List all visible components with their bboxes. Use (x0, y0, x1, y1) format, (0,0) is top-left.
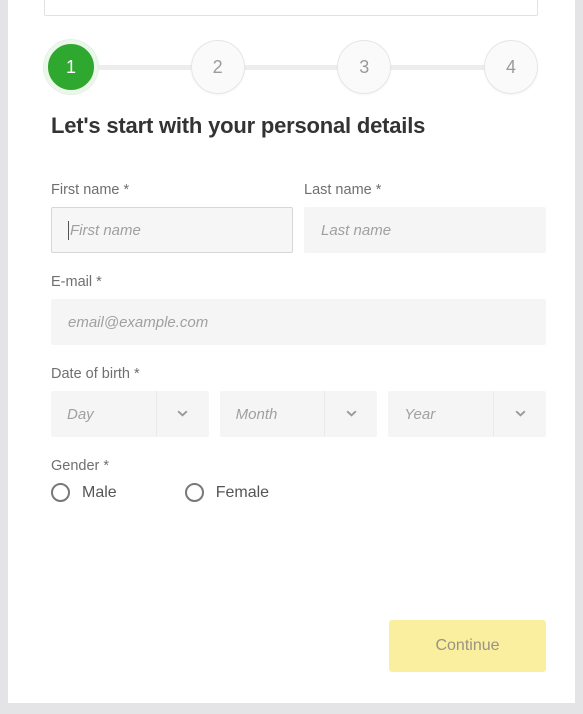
gender-option-female-label: Female (215, 483, 270, 501)
step-4[interactable]: 4 (483, 40, 538, 94)
first-name-label: First name * (51, 182, 130, 198)
step-1[interactable]: 1 (44, 40, 98, 94)
gender-group: Gender * Male Female (51, 458, 546, 502)
day-select[interactable]: Day (51, 391, 209, 437)
email-group: E-mail * email@example.com (51, 274, 546, 345)
personal-details-form: First name * First name Last name * Last… (51, 182, 547, 502)
step-2-number: 2 (212, 56, 223, 77)
gender-option-male-label: Male (82, 483, 117, 501)
step-3-number: 3 (359, 56, 370, 77)
year-select[interactable]: Year (388, 391, 547, 437)
radio-icon (184, 483, 204, 502)
page-title: Let's start with your personal details (51, 113, 426, 138)
last-name-input[interactable]: Last name (304, 207, 546, 253)
chevron-down-icon[interactable] (155, 391, 209, 437)
month-select-value: Month (235, 405, 278, 423)
email-label: E-mail * (51, 274, 102, 290)
month-select[interactable]: Month (219, 391, 378, 437)
chevron-down-icon[interactable] (324, 391, 377, 437)
last-name-placeholder: Last name (321, 221, 392, 239)
first-name-placeholder: First name (70, 221, 141, 239)
first-name-group: First name * First name (51, 182, 293, 253)
progress-stepper: 1 2 3 4 (44, 32, 538, 102)
name-row: First name * First name Last name * Last… (51, 182, 546, 253)
gender-option-female[interactable]: Female (184, 483, 270, 502)
previous-field-cutoff (44, 0, 538, 16)
gender-label: Gender * (51, 458, 110, 474)
day-select-value: Day (67, 405, 94, 423)
signup-card: 1 2 3 4 Let's start with your personal d… (8, 0, 575, 703)
last-name-group: Last name * Last name (304, 182, 546, 253)
last-name-label: Last name * (304, 182, 382, 198)
form-actions: Continue (51, 620, 546, 672)
date-of-birth-label: Date of birth * (51, 366, 140, 382)
radio-icon (51, 483, 70, 502)
continue-button[interactable]: Continue (389, 620, 546, 672)
step-2[interactable]: 2 (190, 40, 245, 94)
step-1-number: 1 (65, 56, 76, 77)
year-select-value: Year (404, 405, 436, 423)
first-name-input[interactable]: First name (51, 207, 293, 253)
date-of-birth-group: Date of birth * Day Month Year (51, 366, 547, 437)
step-3[interactable]: 3 (337, 40, 392, 94)
gender-option-male[interactable]: Male (51, 483, 117, 502)
email-placeholder: email@example.com (68, 313, 209, 331)
text-caret (68, 220, 69, 240)
chevron-down-icon[interactable] (493, 391, 546, 437)
step-4-number: 4 (505, 56, 516, 77)
email-input[interactable]: email@example.com (51, 299, 546, 345)
